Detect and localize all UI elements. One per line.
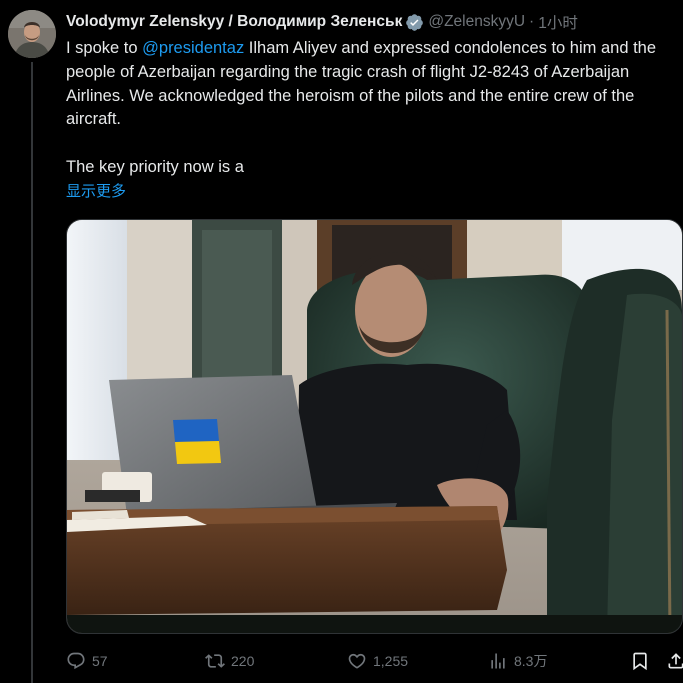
thread-connector-line [31,62,33,683]
header-separator: · [529,13,535,30]
bookmark-icon [633,652,647,671]
author-handle[interactable]: @ZelenskyyU [428,13,525,31]
share-icon [668,653,683,669]
heart-icon [348,653,366,669]
show-more-link[interactable]: 显示更多 [66,180,676,204]
author-display-name[interactable]: Volodymyr Zelenskyy / Володимир Зеленськ [66,13,402,31]
verified-badge-icon [405,13,424,32]
share-button[interactable] [666,648,683,674]
views-button[interactable]: 8.3万 [488,648,547,674]
views-count: 8.3万 [514,653,548,669]
tweet-paragraph-2: The key priority now is a [66,157,244,176]
tweet-paragraph-1: I spoke to @presidentaz Ilham Aliyev and… [66,37,676,132]
tweet-article[interactable]: Volodymyr Zelenskyy / Володимир Зеленськ… [0,0,683,683]
tweet-action-bar: 57 220 1,255 8.3万 [66,648,683,674]
like-button[interactable]: 1,255 [347,648,408,674]
tweet-text: I spoke to @presidentaz Ilham Aliyev and… [66,37,676,204]
repost-button[interactable]: 220 [205,648,254,674]
reply-count: 57 [92,653,108,669]
repost-icon [205,654,225,668]
text-before-mention: I spoke to [66,39,143,57]
repost-count: 220 [231,653,255,669]
avatar-image [8,10,56,58]
tweet-photo[interactable] [66,219,683,634]
tweet-timestamp[interactable]: 1小时 [538,11,578,33]
views-chart-icon [491,653,505,669]
mention-link[interactable]: @presidentaz [142,39,244,57]
avatar[interactable] [8,10,56,58]
reply-icon [67,652,85,670]
tweet-header: Volodymyr Zelenskyy / Володимир Зеленськ… [66,12,578,32]
bookmark-button[interactable] [630,648,650,674]
like-count: 1,255 [373,653,409,669]
reply-button[interactable]: 57 [66,648,108,674]
photo-zelensky-at-laptop [67,220,682,633]
